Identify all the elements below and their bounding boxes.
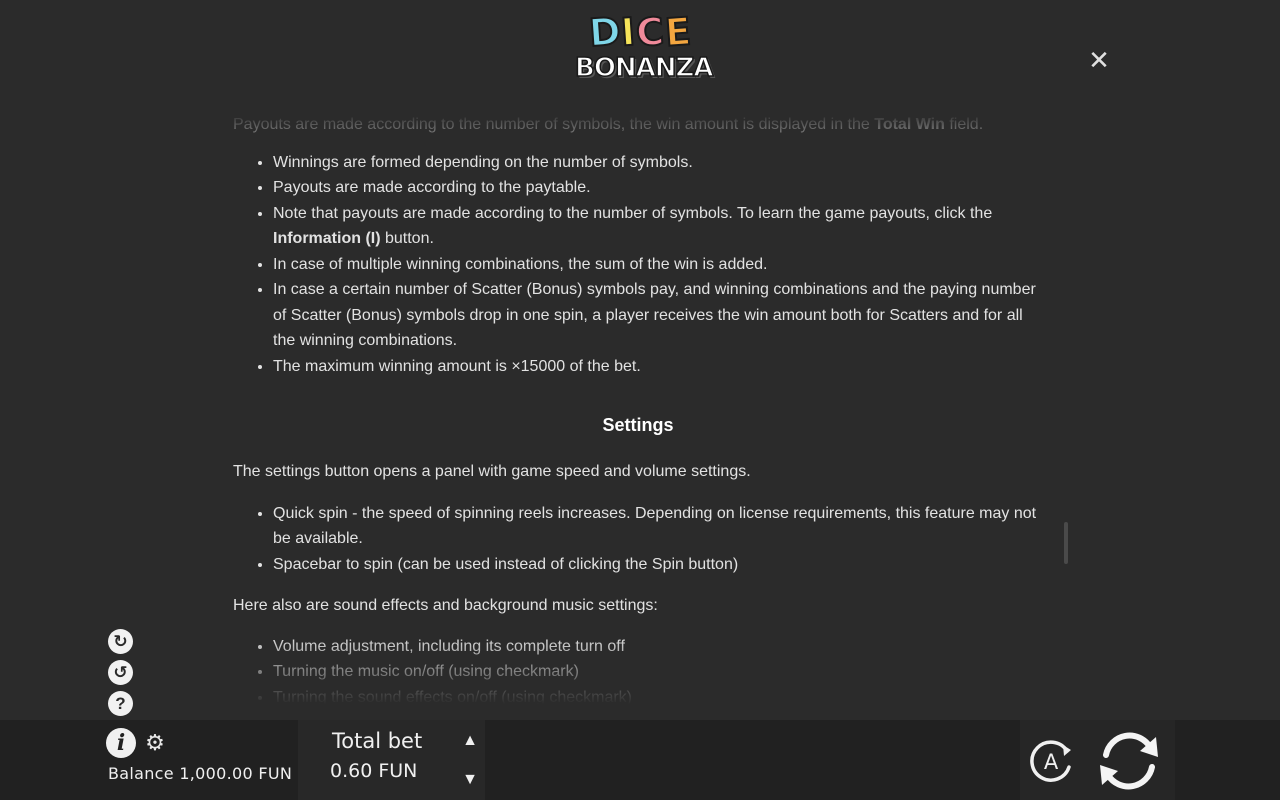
logo-letter-d: D <box>586 8 623 56</box>
spin-icon <box>1100 732 1158 790</box>
sound-intro: Here also are sound effects and backgrou… <box>233 597 658 614</box>
scrollbar-thumb[interactable] <box>1064 522 1068 564</box>
gear-icon[interactable]: ⚙ <box>144 732 166 754</box>
settings-heading: Settings <box>602 415 674 435</box>
list-item: Quick spin - the speed of spinning reels… <box>273 501 1043 552</box>
note-text-end: button. <box>380 230 434 247</box>
settings-intro: The settings button opens a panel with g… <box>233 463 751 480</box>
rules-content[interactable]: Payouts are made according to the number… <box>233 112 1043 704</box>
payout-intro-text-end: field. <box>944 116 984 133</box>
list-item: In case a certain number of Scatter (Bon… <box>273 277 1043 354</box>
win-rules-list: Winnings are formed depending on the num… <box>233 150 1043 380</box>
help-icon[interactable]: ? <box>108 691 133 716</box>
info-icon[interactable]: i <box>106 728 136 758</box>
note-text: Note that payouts are made according to … <box>273 204 993 222</box>
list-item: In case of multiple winning combinations… <box>273 252 1043 278</box>
balance-display: Balance 1,000.00 FUN <box>108 764 292 783</box>
sound-list: Volume adjustment, including its complet… <box>233 634 1043 705</box>
logo-bonanza-word: BONANZA <box>574 53 714 83</box>
game-logo: D I C E BONANZA <box>574 8 714 90</box>
list-item: Note that payouts are made according to … <box>273 201 1043 252</box>
list-item: Turning the sound effects on/off (using … <box>273 685 1043 705</box>
settings-list: Quick spin - the speed of spinning reels… <box>233 501 1043 578</box>
autoplay-icon: A <box>1030 740 1071 782</box>
bet-up-button[interactable]: ▲ <box>458 729 482 753</box>
list-item: Spacebar to spin (can be used instead of… <box>273 552 1043 578</box>
note-bold: Information (I) <box>273 230 381 247</box>
logo-letter-e: E <box>663 8 694 56</box>
balance-label: Balance <box>108 764 174 783</box>
logo-letter-c: C <box>634 8 667 56</box>
payout-intro-text: Payouts are made according to the number… <box>233 116 875 133</box>
total-bet-label: Total bet <box>332 729 423 753</box>
list-item: Payouts are made according to the paytab… <box>273 175 1043 201</box>
bet-down-button[interactable]: ▼ <box>458 768 482 792</box>
list-item: The maximum winning amount is ×15000 of … <box>273 354 1043 380</box>
close-icon[interactable]: ✕ <box>1086 47 1112 73</box>
balance-value: 1,000.00 FUN <box>179 764 293 783</box>
autoplay-label: A <box>1044 750 1059 774</box>
autoplay-button[interactable]: A <box>1027 737 1075 785</box>
payout-intro: Payouts are made according to the number… <box>233 112 1043 138</box>
logo-dice-word: D I C E <box>575 8 705 56</box>
replay-icon[interactable]: ↺ <box>108 660 133 685</box>
spin-button[interactable] <box>1094 727 1164 795</box>
total-bet-value: 0.60 FUN <box>330 760 418 782</box>
list-item: Turning the music on/off (using checkmar… <box>273 659 1043 685</box>
list-item: Volume adjustment, including its complet… <box>273 634 1043 660</box>
history-icon[interactable]: ↻ <box>108 629 133 654</box>
payout-intro-bold: Total Win <box>874 116 945 133</box>
list-item: Winnings are formed depending on the num… <box>273 150 1043 176</box>
